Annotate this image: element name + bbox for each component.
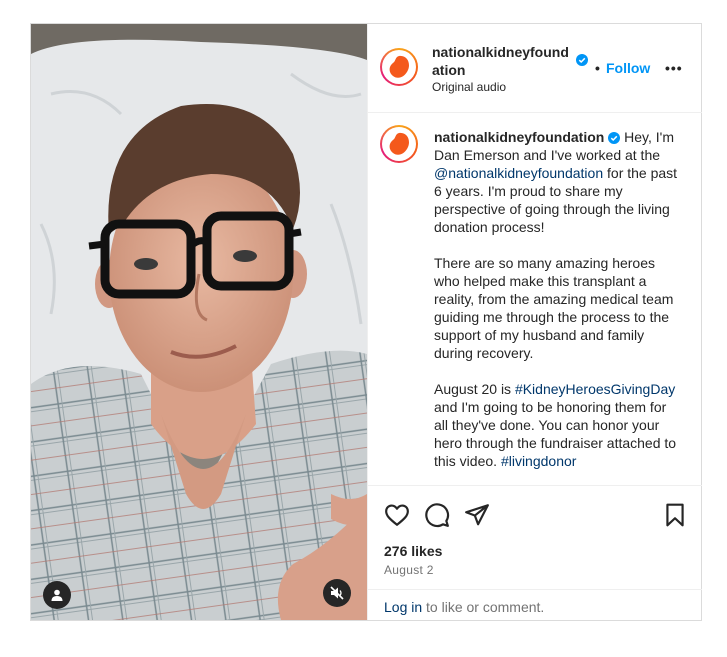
post-actions: 276 likes August 2 [368, 485, 702, 590]
tagged-users-button[interactable] [43, 581, 71, 609]
follow-button[interactable]: Follow [606, 60, 650, 76]
caption-section: nationalkidneyfoundation Hey, I'm Dan Em… [368, 113, 702, 485]
verified-badge-icon [576, 54, 588, 66]
caption-avatar[interactable] [380, 125, 418, 163]
mention-link[interactable]: @nationalkidneyfoundation [434, 165, 603, 181]
caption-text-3a: August 20 is [434, 381, 515, 397]
login-prompt: Log in to like or comment. [368, 589, 702, 621]
header-username[interactable]: nationalkidneyfoundation [432, 43, 572, 79]
video-frame-image [31, 24, 367, 620]
login-link[interactable]: Log in [384, 599, 422, 615]
verified-badge-icon [608, 132, 621, 145]
post-date[interactable]: August 2 [384, 563, 434, 577]
kidney-logo-icon [389, 132, 409, 155]
separator-dot: • [595, 60, 600, 76]
heart-icon[interactable] [384, 502, 410, 528]
bookmark-icon[interactable] [662, 502, 688, 528]
more-options-button[interactable]: ••• [665, 60, 683, 76]
paper-plane-icon[interactable] [464, 502, 490, 528]
kidney-logo-icon [389, 55, 409, 78]
audio-link[interactable]: Original audio [432, 80, 506, 94]
post-video[interactable] [31, 24, 367, 620]
login-prompt-text: to like or comment. [422, 599, 545, 615]
post-card: nationalkidneyfoundation • Follow ••• Or… [30, 23, 702, 621]
post-side-panel: nationalkidneyfoundation • Follow ••• Or… [367, 24, 702, 620]
caption-username[interactable]: nationalkidneyfoundation [434, 129, 604, 145]
hashtag-link[interactable]: #livingdonor [501, 453, 577, 469]
likes-count[interactable]: 276 likes [384, 543, 442, 559]
hashtag-link[interactable]: #KidneyHeroesGivingDay [515, 381, 675, 397]
post-header: nationalkidneyfoundation • Follow ••• Or… [368, 24, 702, 113]
mute-toggle-button[interactable] [323, 579, 351, 607]
caption-text: nationalkidneyfoundation Hey, I'm Dan Em… [434, 128, 684, 485]
comment-icon[interactable] [424, 502, 450, 528]
speaker-muted-icon [330, 586, 344, 600]
caption-paragraph-2: There are so many amazing heroes who hel… [434, 255, 674, 361]
user-icon [51, 589, 63, 601]
avatar[interactable] [380, 48, 418, 86]
